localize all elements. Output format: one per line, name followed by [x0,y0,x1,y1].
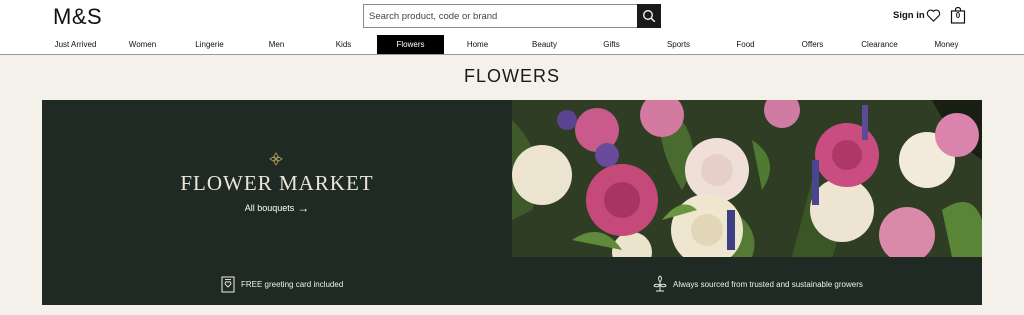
search-input[interactable] [364,5,638,27]
flower-market-banner[interactable]: FLOWER MARKET All bouquets → FREE greeti… [42,100,982,305]
nav-item-flowers[interactable]: Flowers [377,35,444,54]
usp-greeting-card: FREE greeting card included [220,275,343,293]
greeting-card-icon [221,276,235,293]
search-icon [643,10,656,23]
usp-sustainable-growers-text: Always sourced from trusted and sustaina… [673,279,863,289]
nav-item-food[interactable]: Food [712,35,779,54]
flower-market-title: FLOWER MARKET [180,171,374,195]
flower-plant-icon [653,275,667,292]
sign-in-link[interactable]: Sign in [893,10,925,21]
nav-item-lingerie[interactable]: Lingerie [176,35,243,54]
search-button[interactable] [637,4,661,28]
main-nav: Just Arrived Women Lingerie Men Kids Flo… [42,35,980,55]
nav-item-home[interactable]: Home [444,35,511,54]
site-header: M&S Sign in 0 Just Arrived Women Lingeri… [0,0,1024,55]
heart-icon[interactable] [926,8,941,23]
ms-logo[interactable]: M&S [53,4,102,30]
nav-item-beauty[interactable]: Beauty [511,35,578,54]
nav-item-offers[interactable]: Offers [779,35,846,54]
flower-bouquet-image [512,100,982,257]
nav-item-women[interactable]: Women [109,35,176,54]
nav-item-sports[interactable]: Sports [645,35,712,54]
nav-item-just-arrived[interactable]: Just Arrived [42,35,109,54]
nav-item-money[interactable]: Money [913,35,980,54]
flower-market-logo-icon [269,152,283,166]
nav-item-gifts[interactable]: Gifts [578,35,645,54]
bag-count-badge: 0 [955,11,961,20]
page-title: FLOWERS [463,66,560,86]
arrow-right-icon: → [297,201,310,215]
all-bouquets-label: All bouquets [244,203,295,213]
usp-greeting-card-text: FREE greeting card included [241,279,344,289]
nav-item-clearance[interactable]: Clearance [846,35,913,54]
nav-item-kids[interactable]: Kids [310,35,377,54]
all-bouquets-link[interactable]: All bouquets → [42,201,512,215]
nav-item-men[interactable]: Men [243,35,310,54]
search-bar [363,4,661,28]
usp-sustainable-growers: Always sourced from trusted and sustaina… [652,275,863,293]
